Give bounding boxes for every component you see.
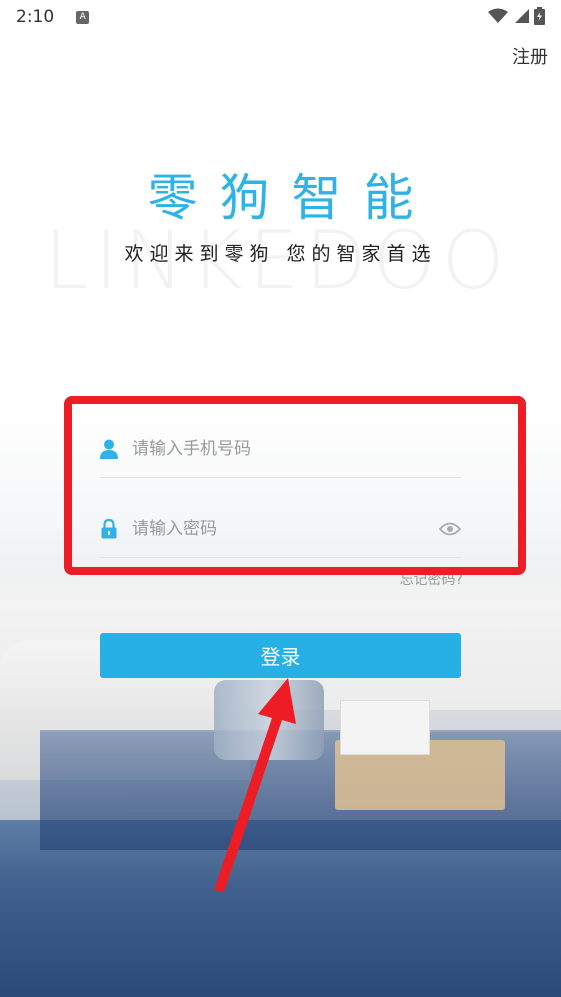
login-button[interactable]: 登录 <box>100 633 461 678</box>
login-screen: 2:10 A 注册 LINKEDOO 零狗智能 欢迎来到零狗 您的智家首选 请输… <box>0 0 561 997</box>
phone-field <box>100 420 461 478</box>
user-icon <box>100 439 118 459</box>
password-field <box>100 500 461 558</box>
background-glass-table <box>40 730 561 850</box>
battery-icon <box>534 7 545 25</box>
signal-icon <box>515 9 529 23</box>
notification-icon: A <box>76 10 90 24</box>
lock-icon <box>100 518 118 539</box>
status-indicators <box>488 7 545 25</box>
background-vase <box>214 680 324 760</box>
background-box <box>340 700 430 755</box>
status-bar: 2:10 A <box>0 0 561 34</box>
eye-icon[interactable] <box>439 520 461 538</box>
password-input[interactable] <box>132 513 439 544</box>
annotation-arrow-icon <box>214 678 296 892</box>
login-form <box>100 420 461 558</box>
wifi-icon <box>488 8 508 23</box>
forgot-password-link[interactable]: 忘记密码? <box>400 569 463 589</box>
background-rug <box>0 820 561 997</box>
brand-slogan: 欢迎来到零狗 您的智家首选 <box>124 243 437 265</box>
status-time: 2:10 <box>16 7 55 27</box>
register-link[interactable]: 注册 <box>512 43 548 69</box>
background-tray <box>335 740 505 810</box>
phone-input[interactable] <box>132 433 461 464</box>
brand-title: 零狗智能 <box>147 169 436 227</box>
